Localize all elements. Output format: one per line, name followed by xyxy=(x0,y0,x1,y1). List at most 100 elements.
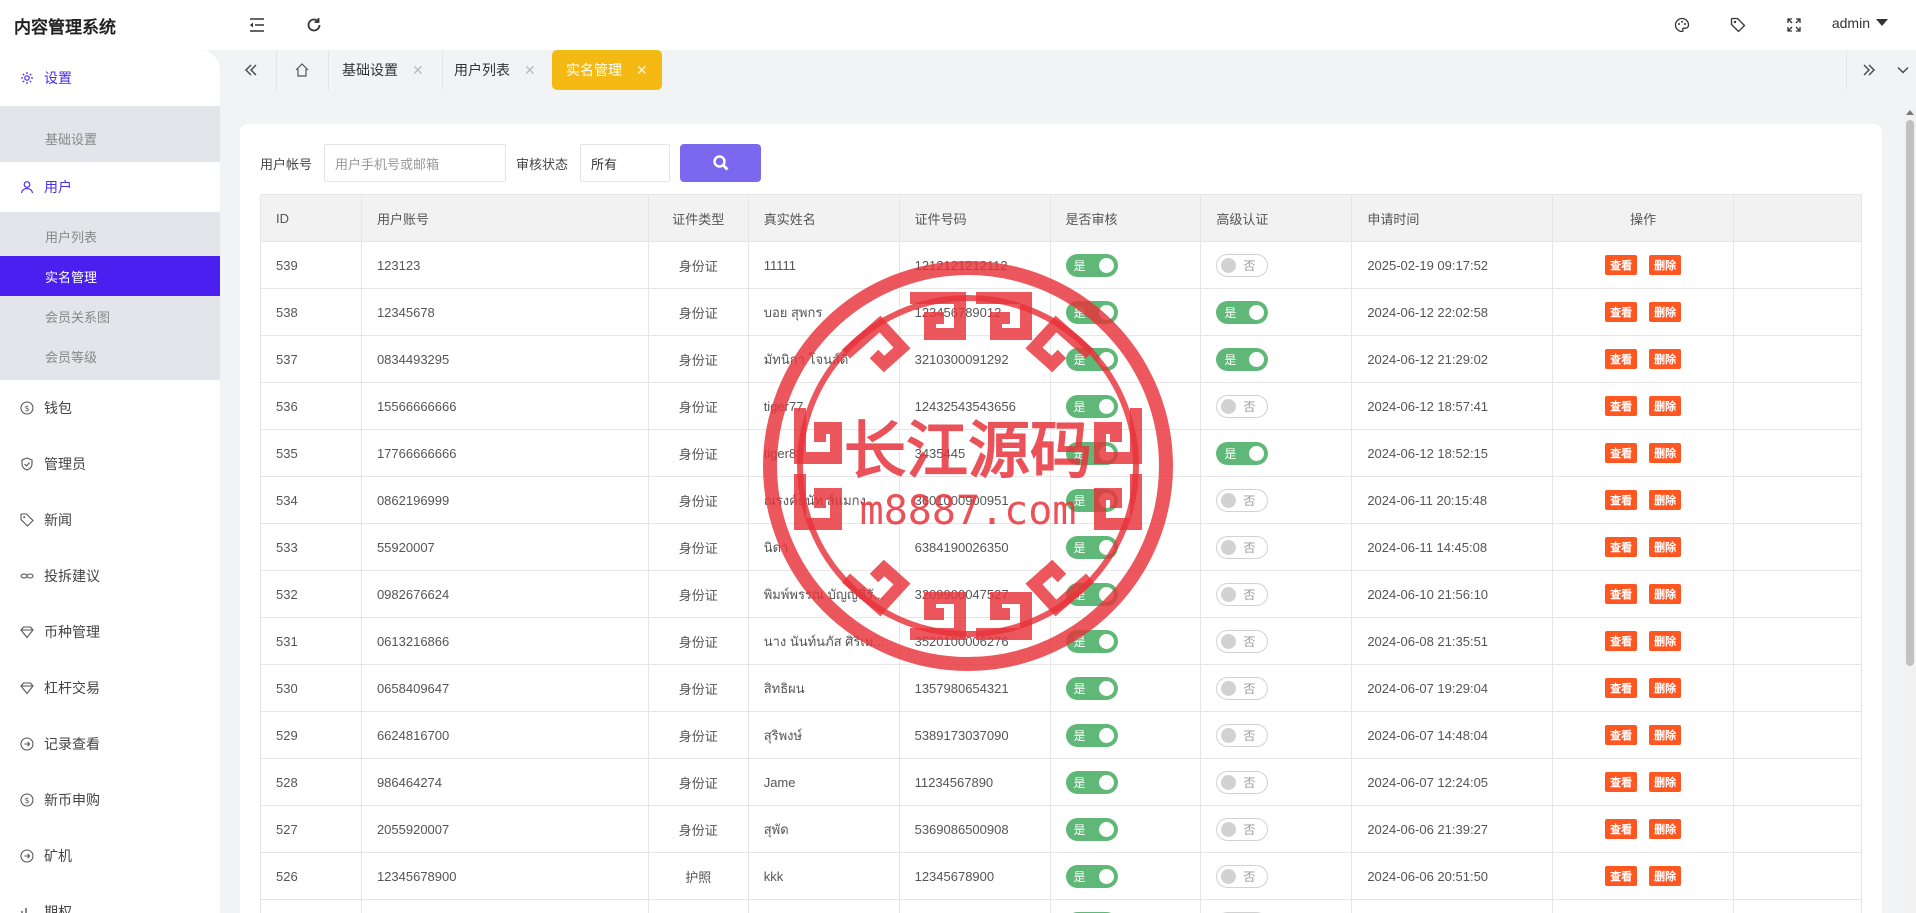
delete-button[interactable]: 删除 xyxy=(1649,866,1682,886)
review-toggle[interactable]: 是 xyxy=(1065,347,1118,371)
advanced-toggle[interactable]: 是 xyxy=(1216,300,1269,324)
col-id[interactable]: ID xyxy=(261,195,362,241)
status-select[interactable]: 所有 xyxy=(580,144,671,182)
advanced-toggle[interactable]: 否 xyxy=(1216,535,1269,559)
view-button[interactable]: 查看 xyxy=(1605,725,1638,745)
tab-realname[interactable]: 实名管理 ✕ xyxy=(552,50,662,90)
review-toggle[interactable]: 是 xyxy=(1065,394,1118,418)
delete-button[interactable]: 删除 xyxy=(1649,349,1682,369)
sidebar-item-options[interactable]: 期权 xyxy=(0,884,220,913)
view-button[interactable]: 查看 xyxy=(1605,819,1638,839)
review-toggle[interactable]: 是 xyxy=(1065,582,1118,606)
review-toggle[interactable]: 是 xyxy=(1065,676,1118,700)
sidebar-item-wallet[interactable]: $ 钱包 xyxy=(0,380,220,436)
advanced-toggle[interactable]: 否 xyxy=(1216,488,1269,512)
view-button[interactable]: 查看 xyxy=(1605,537,1638,557)
sidebar-item-miner[interactable]: 矿机 xyxy=(0,828,220,884)
sidebar-item-records[interactable]: 记录查看 xyxy=(0,716,220,772)
advanced-toggle[interactable]: 是 xyxy=(1216,441,1269,465)
view-button[interactable]: 查看 xyxy=(1605,255,1638,275)
search-button[interactable] xyxy=(680,144,762,182)
delete-button[interactable]: 删除 xyxy=(1649,678,1682,698)
close-icon[interactable]: ✕ xyxy=(636,62,648,79)
sidebar-item-member-level[interactable]: 会员等级 xyxy=(0,336,220,376)
close-icon[interactable]: ✕ xyxy=(524,62,536,79)
view-button[interactable]: 查看 xyxy=(1605,349,1638,369)
sidebar-item-suggestions[interactable]: 投拆建议 xyxy=(0,548,220,604)
scrollbar-thumb[interactable] xyxy=(1906,120,1914,666)
sidebar-item-currency[interactable]: 币种管理 xyxy=(0,604,220,660)
user-menu[interactable]: admin xyxy=(1832,15,1888,31)
view-button[interactable]: 查看 xyxy=(1605,490,1638,510)
close-icon[interactable]: ✕ xyxy=(412,62,424,79)
view-button[interactable]: 查看 xyxy=(1605,443,1638,463)
sidebar-item-settings[interactable]: 设置 xyxy=(0,50,220,106)
advanced-toggle[interactable]: 否 xyxy=(1216,629,1269,653)
delete-button[interactable]: 删除 xyxy=(1649,631,1682,651)
delete-button[interactable]: 删除 xyxy=(1649,302,1682,322)
sidebar-item-new-coin[interactable]: $ 新币申购 xyxy=(0,772,220,828)
review-toggle[interactable]: 是 xyxy=(1065,723,1118,747)
view-button[interactable]: 查看 xyxy=(1605,678,1638,698)
delete-button[interactable]: 删除 xyxy=(1649,443,1682,463)
sidebar-item-admins[interactable]: 管理员 xyxy=(0,436,220,492)
sidebar-item-basic-settings[interactable]: 基础设置 xyxy=(0,114,220,162)
fullscreen-icon[interactable] xyxy=(1783,14,1805,36)
delete-button[interactable]: 删除 xyxy=(1649,819,1682,839)
col-idno[interactable]: 证件号码 xyxy=(900,195,1051,241)
tag-icon[interactable] xyxy=(1727,14,1749,36)
delete-button[interactable]: 删除 xyxy=(1649,255,1682,275)
theme-palette-icon[interactable] xyxy=(1671,14,1693,36)
advanced-toggle[interactable]: 否 xyxy=(1216,394,1269,418)
view-button[interactable]: 查看 xyxy=(1605,584,1638,604)
review-toggle[interactable]: 是 xyxy=(1065,441,1118,465)
tabs-menu-chevron-down-icon[interactable] xyxy=(1896,50,1910,90)
view-button[interactable]: 查看 xyxy=(1605,866,1638,886)
tabs-scroll-left-icon[interactable] xyxy=(244,50,258,90)
review-toggle[interactable]: 是 xyxy=(1065,253,1118,277)
advanced-toggle[interactable]: 否 xyxy=(1216,582,1269,606)
view-button[interactable]: 查看 xyxy=(1605,631,1638,651)
advanced-toggle[interactable]: 否 xyxy=(1216,864,1269,888)
advanced-toggle[interactable]: 是 xyxy=(1216,347,1269,371)
delete-button[interactable]: 删除 xyxy=(1649,396,1682,416)
sidebar-item-realname[interactable]: 实名管理 xyxy=(0,256,220,296)
sidebar-item-news[interactable]: 新闻 xyxy=(0,492,220,548)
tab-user-list[interactable]: 用户列表 ✕ xyxy=(454,50,536,90)
review-toggle[interactable]: 是 xyxy=(1065,817,1118,841)
delete-button[interactable]: 删除 xyxy=(1649,490,1682,510)
delete-button[interactable]: 删除 xyxy=(1649,584,1682,604)
menu-collapse-icon[interactable] xyxy=(246,14,268,36)
advanced-toggle[interactable]: 否 xyxy=(1216,770,1269,794)
col-reviewed[interactable]: 是否审核 xyxy=(1051,195,1202,241)
col-time[interactable]: 申请时间 xyxy=(1352,195,1554,241)
delete-button[interactable]: 删除 xyxy=(1649,725,1682,745)
tab-basic-settings[interactable]: 基础设置 ✕ xyxy=(342,50,424,90)
view-button[interactable]: 查看 xyxy=(1605,396,1638,416)
col-name[interactable]: 真实姓名 xyxy=(749,195,900,241)
review-toggle[interactable]: 是 xyxy=(1065,770,1118,794)
sidebar-item-leverage[interactable]: 杠杆交易 xyxy=(0,660,220,716)
view-button[interactable]: 查看 xyxy=(1605,302,1638,322)
review-toggle[interactable]: 是 xyxy=(1065,488,1118,512)
sidebar-item-user-list[interactable]: 用户列表 xyxy=(0,216,220,256)
scroll-up-arrow-icon[interactable] xyxy=(1906,110,1914,115)
col-advanced[interactable]: 高级认证 xyxy=(1201,195,1353,241)
review-toggle[interactable]: 是 xyxy=(1065,864,1118,888)
home-icon[interactable] xyxy=(294,50,310,90)
col-type[interactable]: 证件类型 xyxy=(649,195,749,241)
delete-button[interactable]: 删除 xyxy=(1649,772,1682,792)
delete-button[interactable]: 删除 xyxy=(1649,537,1682,557)
review-toggle[interactable]: 是 xyxy=(1065,629,1118,653)
advanced-toggle[interactable]: 否 xyxy=(1216,817,1269,841)
sidebar-item-member-graph[interactable]: 会员关系图 xyxy=(0,296,220,336)
refresh-icon[interactable] xyxy=(303,14,325,36)
review-toggle[interactable]: 是 xyxy=(1065,535,1118,559)
advanced-toggle[interactable]: 否 xyxy=(1216,676,1269,700)
tabs-scroll-right-icon[interactable] xyxy=(1862,50,1876,90)
view-button[interactable]: 查看 xyxy=(1605,772,1638,792)
advanced-toggle[interactable]: 否 xyxy=(1216,253,1269,277)
review-toggle[interactable]: 是 xyxy=(1065,300,1118,324)
sidebar-item-users[interactable]: 用户 xyxy=(0,162,220,212)
col-account[interactable]: 用户账号 xyxy=(362,195,649,241)
